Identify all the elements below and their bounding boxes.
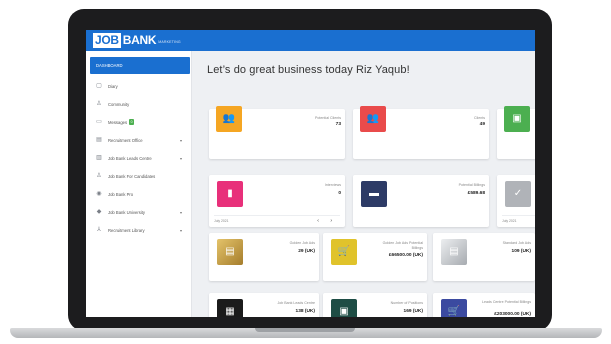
interviews-card[interactable]: ▮ Interviews 0 July 2021 ‹ › — [209, 175, 345, 227]
sidebar-item-label: Diary — [108, 83, 118, 89]
card-value: £203000.00 (UK) — [494, 312, 531, 317]
sidebar-item-label: Community — [108, 101, 130, 107]
card-value: 169 (UK) — [403, 309, 423, 314]
building-icon: ▦ — [217, 299, 243, 317]
card-divider — [214, 215, 340, 216]
card-footer-date: July 2021 — [214, 219, 229, 223]
month-nav[interactable]: ‹ › — [317, 218, 337, 224]
sidebar-item-for-candidates[interactable]: ♙ Job Bank For Candidates — [86, 169, 192, 183]
standard-job-ads-card[interactable]: ▤ Standard Job Ads 109 (UK) — [433, 233, 535, 281]
logo-bank: BANK — [122, 33, 157, 47]
sidebar-item-label: Messages — [108, 119, 128, 125]
card-icon: ▬ — [361, 181, 387, 207]
people-icon: ♙ — [96, 173, 102, 179]
sidebar-item-recruitment-office[interactable]: ▤ Recruitment Office ▾ — [86, 133, 192, 147]
card-title: Number of Positions — [390, 301, 423, 305]
sidebar-item-diary[interactable]: ▢ Diary — [86, 79, 192, 93]
card-title: Standard Job Ads — [502, 241, 531, 245]
sidebar-item-label: Job Bank For Candidates — [108, 173, 156, 179]
golden-ads-billings-card[interactable]: 🛒 Golden Job Ads Potential Billings £665… — [323, 233, 427, 281]
top-bar: JOB BANK MARKETING — [86, 30, 535, 51]
scene: JOB BANK MARKETING DASHBOARD ▢ Diary ♙ C… — [0, 0, 611, 344]
card-title: Interviews — [324, 183, 341, 187]
laptop-notch — [255, 328, 355, 332]
briefcase-icon: ▣ — [504, 106, 530, 132]
chart-icon: ▥ — [96, 155, 102, 161]
sidebar: DASHBOARD ▢ Diary ♙ Community ▭ Messages… — [86, 51, 192, 317]
app-screen: JOB BANK MARKETING DASHBOARD ▢ Diary ♙ C… — [86, 30, 535, 317]
check-icon: ✓ — [505, 181, 531, 207]
logo-tagline: MARKETING — [158, 40, 181, 44]
messages-count-badge: 0 — [129, 119, 135, 125]
calendar-icon: ▢ — [96, 83, 102, 89]
card-title: Golden Job Ads — [289, 241, 315, 245]
logo[interactable]: JOB BANK MARKETING — [93, 33, 181, 48]
tasks-card[interactable]: ✓ July 2021 — [497, 175, 535, 227]
leads-centre-card[interactable]: ▦ Job Bank Leads Centre 138 (UK) — [209, 293, 319, 317]
card-title: Potential Billings — [458, 183, 485, 187]
card-value: 49 — [479, 122, 485, 127]
sidebar-item-label: Job Bank Pro — [108, 191, 134, 197]
card-value: £589.68 — [467, 191, 485, 196]
chevron-down-icon: ▾ — [179, 227, 182, 233]
golden-job-ads-card[interactable]: ▤ Golden Job Ads 29 (UK) — [209, 233, 319, 281]
sidebar-item-leads-centre[interactable]: ▥ Job Bank Leads Centre ▾ — [86, 151, 192, 165]
main-content: Let’s do great business today Riz Yaqub!… — [193, 51, 535, 317]
card-title: Potential Clients — [315, 116, 341, 120]
sidebar-item-label: DASHBOARD — [96, 63, 123, 68]
sidebar-item-label: Recruitment Library — [108, 227, 145, 233]
card-value: 0 — [338, 191, 341, 196]
sidebar-item-community[interactable]: ♙ Community — [86, 97, 192, 111]
people-icon: 👥 — [360, 106, 386, 132]
sidebar-item-university[interactable]: ◆ Job Bank University ▾ — [86, 205, 192, 219]
tree-icon: ⅄ — [97, 227, 101, 233]
sidebar-item-label: Job Bank University — [108, 209, 146, 215]
building-icon: ▤ — [96, 137, 102, 143]
graduation-icon: ◆ — [96, 209, 102, 215]
card-title: Clients — [474, 116, 485, 120]
card-value: 109 (UK) — [511, 249, 531, 254]
cart-icon: 🛒 — [331, 239, 357, 265]
person-icon: ♙ — [96, 101, 102, 107]
jobs-card[interactable]: ▣ — [497, 106, 535, 159]
card-value: £66500.00 (UK) — [388, 253, 423, 258]
sidebar-item-messages[interactable]: ▭ Messages 0 — [86, 115, 192, 129]
cart-icon: 🛒 — [441, 299, 467, 317]
card-title: Job Bank Leads Centre — [277, 301, 315, 305]
people-icon: 👥 — [216, 106, 242, 132]
message-icon: ▭ — [96, 119, 102, 125]
sidebar-item-recruitment-library[interactable]: ⅄ Recruitment Library ▾ — [86, 223, 192, 237]
potential-clients-card[interactable]: 👥 Potential Clients 73 — [209, 106, 345, 159]
leads-centre-billings-card[interactable]: 🛒 Leads Centre Potential Billings £20300… — [433, 293, 535, 317]
potential-billings-card[interactable]: ▬ Potential Billings £589.68 — [353, 175, 489, 227]
gold-icon: ▤ — [217, 239, 243, 265]
eye-icon: ◉ — [96, 191, 102, 197]
chevron-down-icon: ▾ — [179, 137, 182, 143]
card-divider — [502, 215, 535, 216]
sidebar-item-label: Recruitment Office — [108, 137, 143, 143]
page-title: Let’s do great business today Riz Yaqub! — [207, 64, 410, 76]
clients-card[interactable]: 👥 Clients 49 — [353, 106, 489, 159]
logo-job: JOB — [93, 33, 121, 48]
door-icon: ▮ — [217, 181, 243, 207]
sidebar-item-label: Job Bank Leads Centre — [108, 155, 152, 161]
chevron-down-icon: ▾ — [179, 209, 182, 215]
card-value: 73 — [335, 122, 341, 127]
chevron-down-icon: ▾ — [179, 155, 182, 161]
sidebar-item-dashboard[interactable]: DASHBOARD — [90, 57, 190, 74]
card-title: Golden Job Ads Potential Billings — [382, 241, 423, 250]
sidebar-item-job-bank-pro[interactable]: ◉ Job Bank Pro — [86, 187, 192, 201]
number-of-positions-card[interactable]: ▣ Number of Positions 169 (UK) — [323, 293, 427, 317]
card-value: 29 (UK) — [298, 249, 315, 254]
card-title: Leads Centre Potential Billings — [482, 300, 531, 304]
card-footer-date: July 2021 — [502, 219, 517, 223]
card-value: 138 (UK) — [295, 309, 315, 314]
